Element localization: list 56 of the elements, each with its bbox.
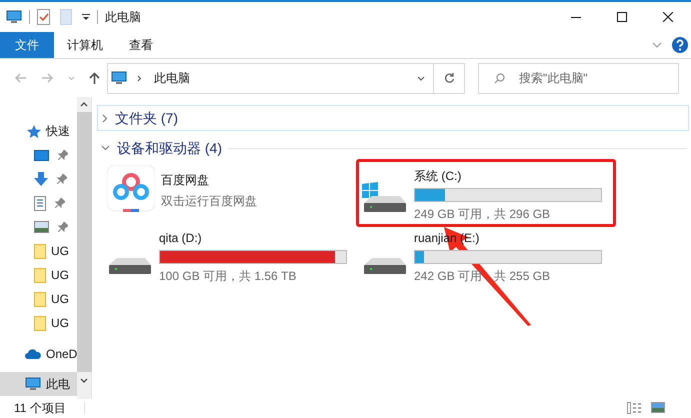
scrollbar-thumb[interactable]	[76, 112, 92, 372]
sidebar-item[interactable]: UG	[51, 314, 69, 332]
ribbon-tab[interactable]: 文件	[0, 32, 54, 58]
refresh-button[interactable]	[434, 62, 465, 94]
cloud-app-icon[interactable]	[107, 165, 155, 213]
computer-icon	[111, 71, 127, 85]
sidebar-item[interactable]: UG	[51, 290, 69, 308]
pin-icon[interactable]	[58, 222, 68, 232]
group-header[interactable]: 文件夹 (7)	[115, 108, 178, 128]
pin-icon[interactable]	[58, 150, 68, 160]
help-icon[interactable]	[672, 37, 688, 53]
drive-space: 249 GB 可用，共 296 GB	[414, 206, 552, 223]
address-path: 此电脑	[154, 70, 190, 87]
cloud-icon[interactable]	[25, 349, 41, 359]
chevron-right-icon[interactable]	[102, 114, 108, 122]
ribbon-tab[interactable]: 查看	[116, 32, 166, 58]
scroll-up-icon[interactable]	[80, 102, 88, 107]
chevron-right-icon[interactable]	[137, 74, 142, 82]
refresh-icon[interactable]	[444, 72, 454, 84]
scroll-down-icon[interactable]	[80, 378, 88, 383]
up-icon[interactable]	[89, 72, 100, 84]
close-icon[interactable]	[663, 12, 673, 22]
app-name[interactable]: 百度网盘	[161, 171, 257, 189]
details-view-icon[interactable]	[627, 402, 643, 414]
download-icon[interactable]	[34, 172, 48, 186]
pin-icon[interactable]	[57, 174, 67, 184]
system-drive-icon[interactable]	[360, 181, 408, 215]
search-icon	[494, 72, 505, 84]
window-title: 此电脑	[105, 9, 141, 26]
drive-space: 100 GB 可用，共 1.56 TB	[159, 268, 298, 285]
image-icon[interactable]	[34, 221, 49, 233]
star-icon[interactable]	[27, 124, 41, 138]
drive-name[interactable]: 系统 (C:)	[414, 167, 602, 185]
sidebar-item[interactable]: UG	[51, 242, 69, 260]
sidebar-item[interactable]: UG	[51, 266, 69, 284]
drive-space: 242 GB 可用，共 255 GB	[414, 268, 552, 285]
maximize-icon[interactable]	[617, 12, 627, 22]
sidebar-item[interactable]: 此电	[0, 372, 77, 396]
computer-icon	[6, 10, 22, 24]
group-header[interactable]: 设备和驱动器 (4)	[117, 138, 222, 158]
chevron-down-icon[interactable]	[101, 145, 110, 151]
item-count: 11 个项目	[14, 400, 66, 417]
address-bar[interactable]: 此电脑	[107, 62, 434, 94]
search-field[interactable]: 搜索"此电脑"	[478, 62, 679, 94]
pin-icon[interactable]	[55, 198, 65, 208]
document-icon[interactable]	[34, 196, 46, 210]
drive-name[interactable]: qita (D:)	[159, 229, 347, 247]
chevron-down-icon[interactable]	[417, 76, 425, 80]
ribbon-tab[interactable]: 计算机	[54, 32, 116, 58]
app-description: 双击运行百度网盘	[161, 193, 257, 210]
dropdown-icon[interactable]	[82, 13, 90, 21]
sidebar-item[interactable]: OneD	[46, 345, 77, 363]
properties-icon[interactable]	[37, 9, 50, 25]
desktop-icon[interactable]	[34, 150, 49, 160]
sidebar-item[interactable]: 快速	[46, 122, 70, 140]
computer-icon[interactable]	[25, 377, 41, 391]
